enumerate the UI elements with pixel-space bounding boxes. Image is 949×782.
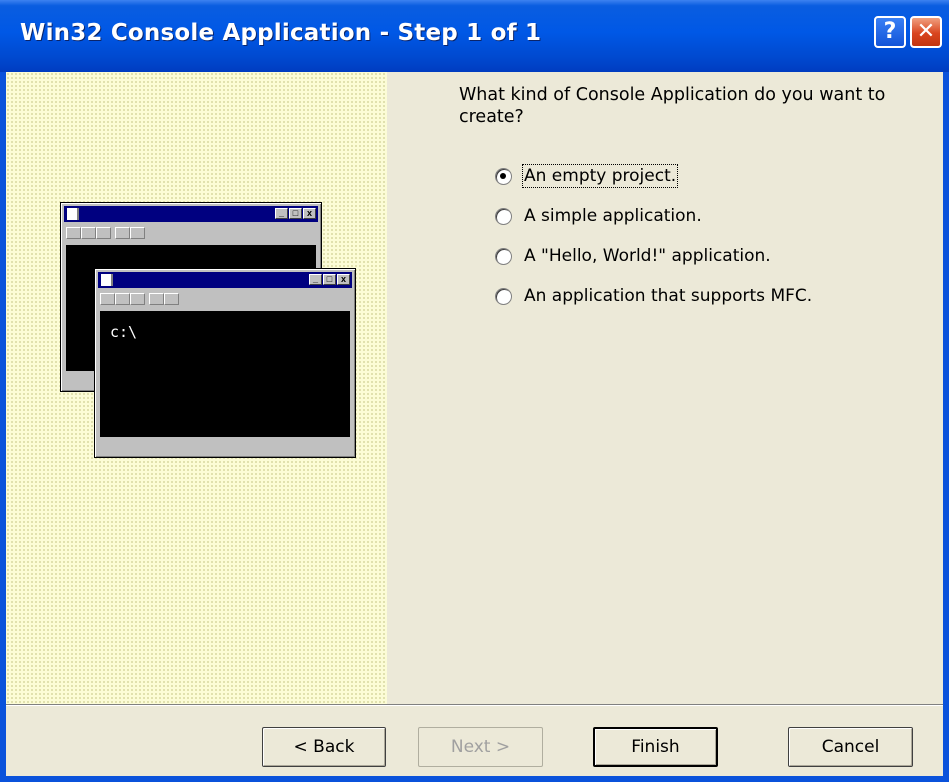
radio-button[interactable] xyxy=(495,287,512,305)
wizard-illustration-panel: _ □ x _ □ x c:\ xyxy=(6,72,387,705)
mini-console-screen: c:\ xyxy=(100,311,350,437)
window-border-right xyxy=(943,72,949,782)
mini-title-bar: _ □ x xyxy=(64,206,318,222)
back-button[interactable]: < Back xyxy=(262,727,386,767)
mini-app-icon xyxy=(67,208,79,220)
finish-button[interactable]: Finish xyxy=(593,727,718,767)
console-prompt: c:\ xyxy=(110,323,138,341)
radio-option-simple-application[interactable]: A simple application. xyxy=(495,203,702,229)
radio-button[interactable] xyxy=(495,207,512,225)
mini-toolbar xyxy=(100,293,179,305)
mini-window-buttons: _ □ x xyxy=(275,208,316,219)
wizard-dialog: Win32 Console Application - Step 1 of 1 … xyxy=(0,0,949,782)
console-window-illustration-front: _ □ x c:\ xyxy=(94,268,356,458)
radio-option-hello-world[interactable]: A "Hello, World!" application. xyxy=(495,243,771,269)
option-label[interactable]: A "Hello, World!" application. xyxy=(524,246,771,266)
cancel-button[interactable]: Cancel xyxy=(788,727,913,767)
radio-option-empty-project[interactable]: An empty project. xyxy=(495,163,679,189)
question-text: What kind of Console Application do you … xyxy=(459,85,886,127)
option-label[interactable]: A simple application. xyxy=(524,206,702,226)
button-separator xyxy=(6,704,943,706)
radio-button[interactable] xyxy=(495,247,512,265)
help-button[interactable]: ? xyxy=(874,16,906,48)
title-bar[interactable]: Win32 Console Application - Step 1 of 1 … xyxy=(0,0,949,72)
radio-option-mfc[interactable]: An application that supports MFC. xyxy=(495,283,812,309)
option-label[interactable]: An application that supports MFC. xyxy=(524,286,812,306)
mini-window-buttons: _ □ x xyxy=(309,274,350,285)
next-button[interactable]: Next > xyxy=(418,727,543,767)
window-title: Win32 Console Application - Step 1 of 1 xyxy=(20,20,542,46)
close-button[interactable]: ✕ xyxy=(910,16,942,48)
mini-toolbar xyxy=(66,227,145,239)
mini-title-bar: _ □ x xyxy=(98,272,352,288)
mini-app-icon xyxy=(101,274,113,286)
radio-button-selected[interactable] xyxy=(495,167,512,185)
window-border-bottom xyxy=(0,776,949,782)
option-label[interactable]: An empty project. xyxy=(521,164,679,188)
